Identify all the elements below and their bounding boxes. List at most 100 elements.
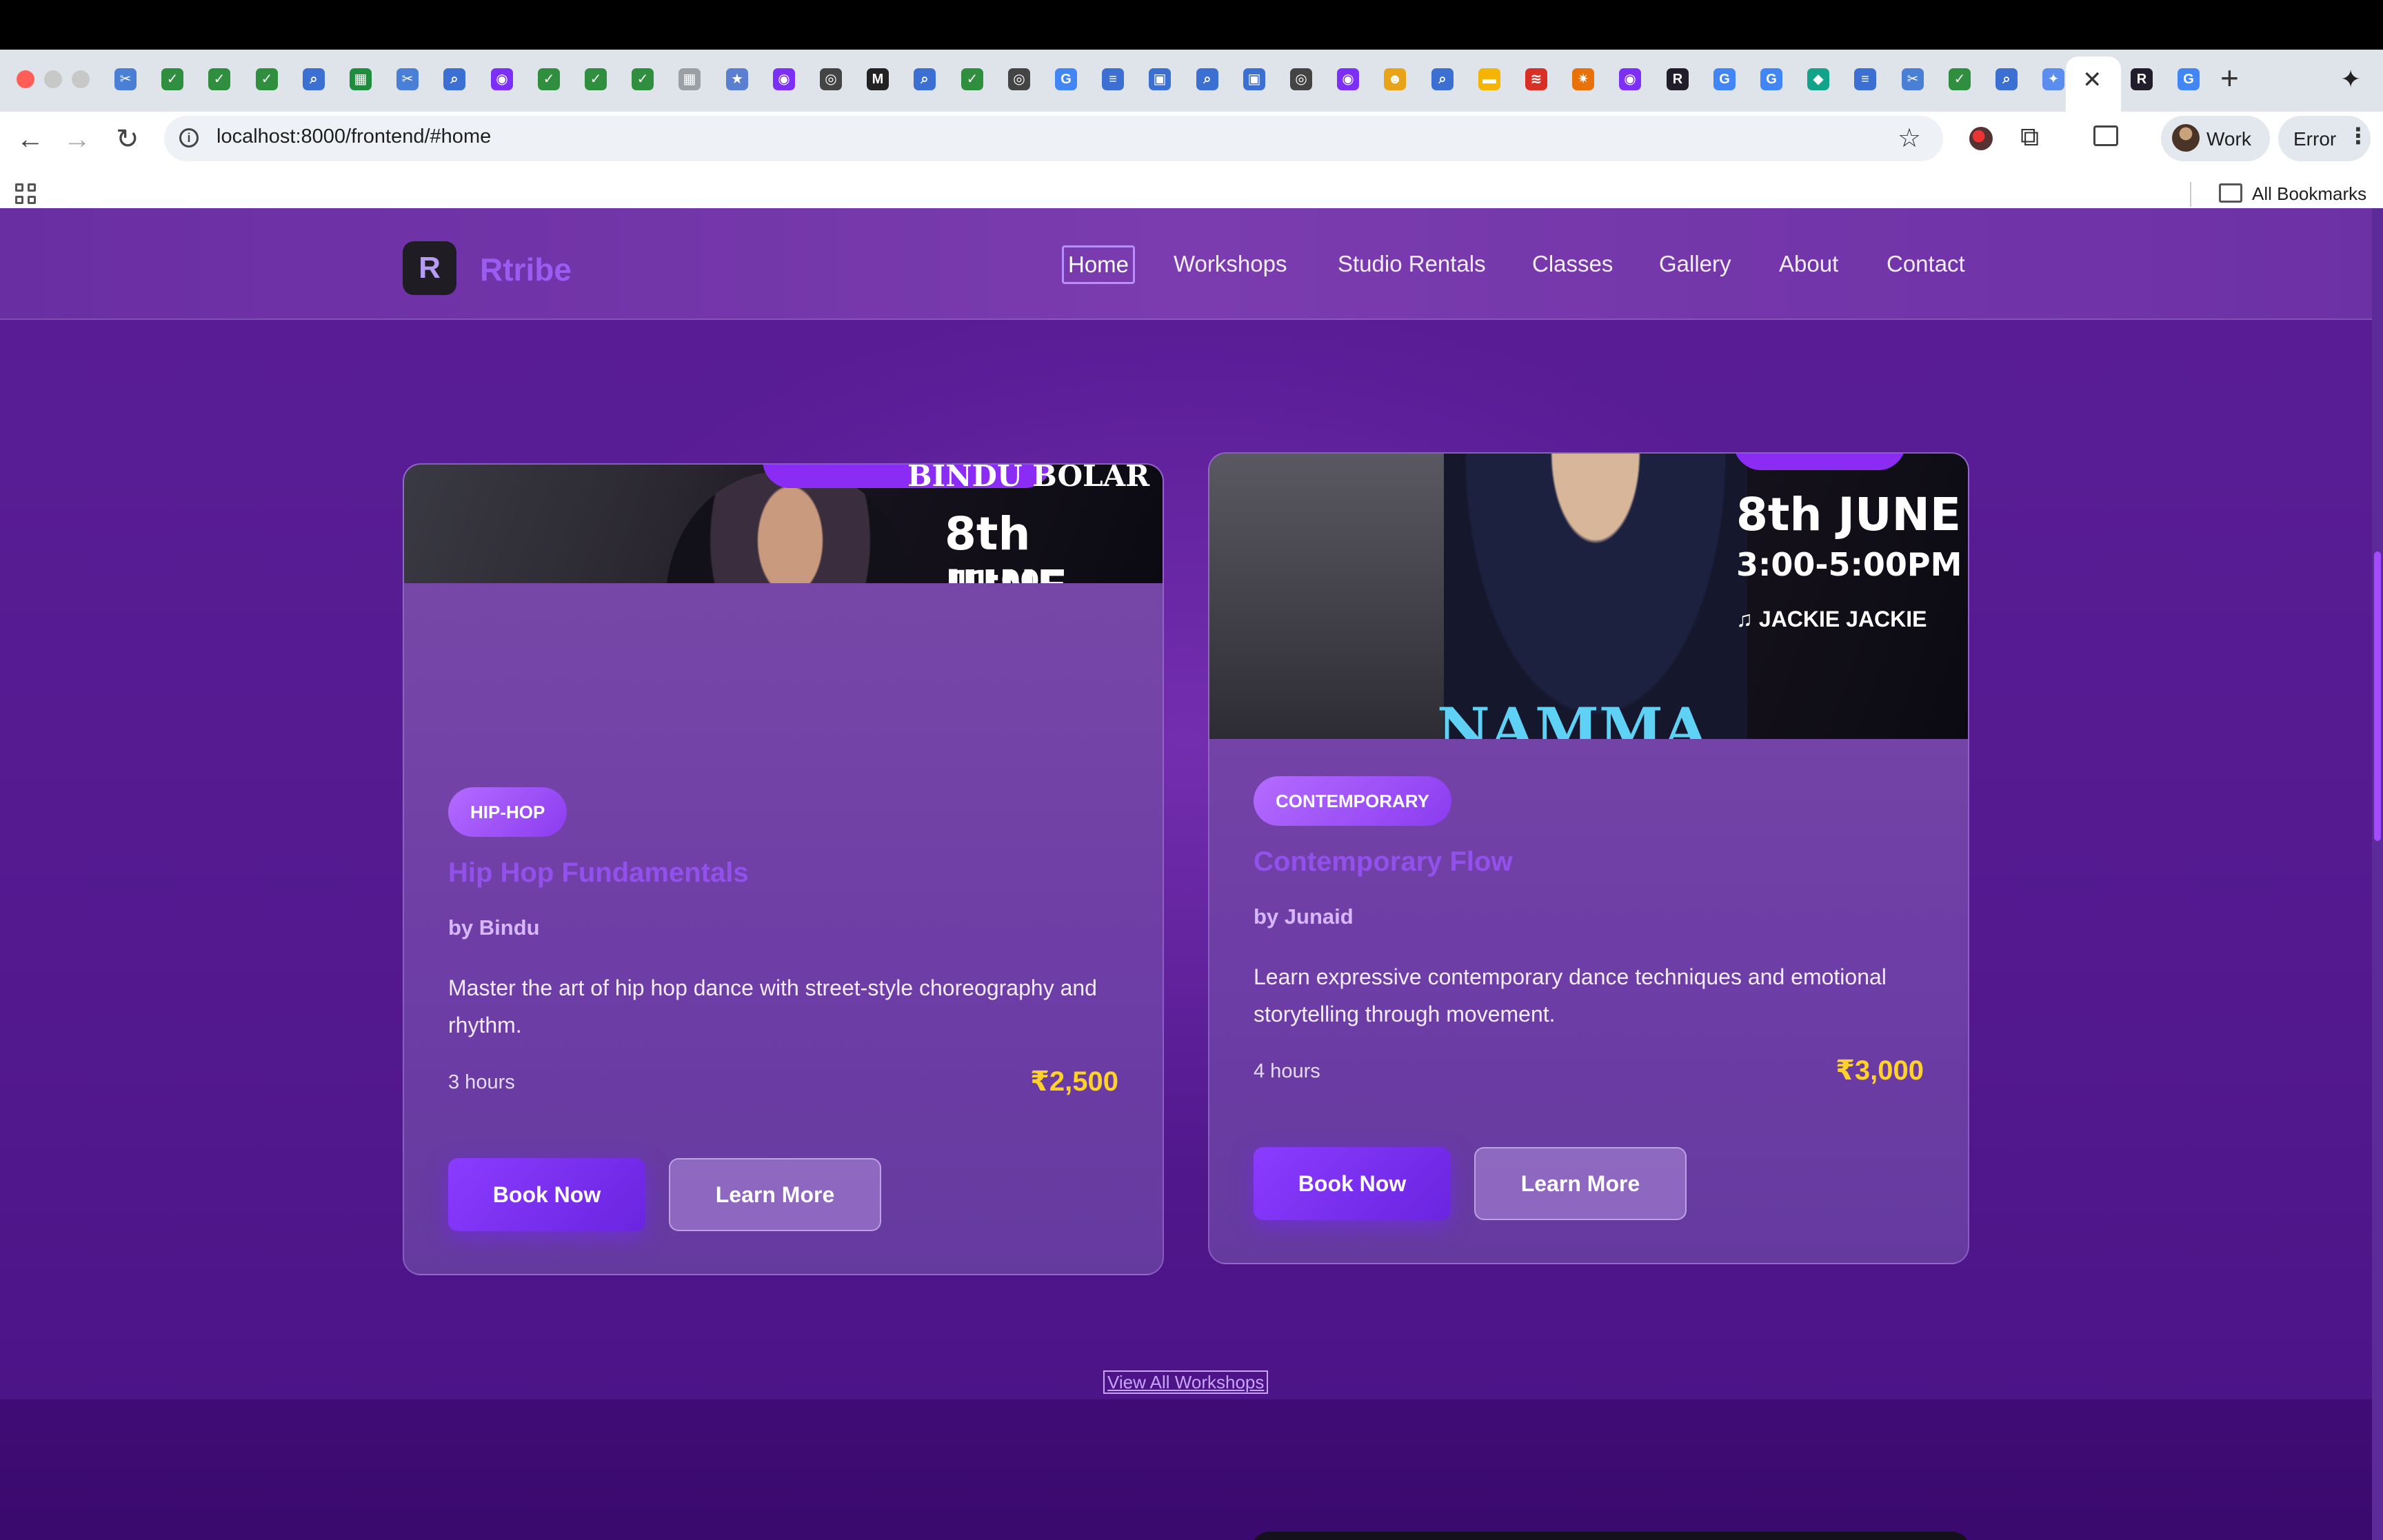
grid-icon[interactable]: ▦: [678, 68, 701, 90]
maximize-window-button[interactable]: [72, 70, 90, 88]
chrome-icon[interactable]: ◎: [820, 68, 842, 90]
nav-classes[interactable]: Classes: [1532, 251, 1613, 277]
avatar: [2172, 124, 2200, 152]
close-window-button[interactable]: [17, 70, 34, 88]
bookmark-star-icon[interactable]: ☆: [1898, 123, 1921, 154]
workshop-author: by Bindu: [448, 915, 540, 940]
workshop-description: Learn expressive contemporary dance tech…: [1254, 964, 1887, 1026]
close-tab-icon[interactable]: ✕: [2082, 66, 2102, 94]
target-icon[interactable]: ◉: [1337, 68, 1359, 90]
apps-grid-icon[interactable]: [15, 183, 37, 205]
brand-name[interactable]: Rtribe: [480, 251, 572, 288]
workshop-banner-image[interactable]: BINDU BOLAR 8th JUNE 11:00-1:00PM: [404, 465, 1163, 583]
search-icon[interactable]: ⌕: [1431, 68, 1454, 90]
docs-icon[interactable]: ≡: [1102, 68, 1124, 90]
gemini-icon[interactable]: ✦: [2042, 68, 2064, 90]
nav-studio-rentals[interactable]: Studio Rentals: [1338, 251, 1486, 277]
google-icon[interactable]: G: [1055, 68, 1077, 90]
check-icon[interactable]: ✓: [1949, 68, 1971, 90]
check-icon[interactable]: ✓: [161, 68, 183, 90]
url-text[interactable]: localhost:8000/frontend/#home: [217, 125, 491, 148]
m-icon[interactable]: M: [867, 68, 889, 90]
chrome-icon[interactable]: ◎: [1290, 68, 1312, 90]
check-icon[interactable]: ✓: [256, 68, 278, 90]
workshop-card-hip-hop: BINDU BOLAR 8th JUNE 11:00-1:00PM HIP-HO…: [403, 463, 1164, 1275]
google-icon[interactable]: G: [2178, 68, 2200, 90]
book-now-button[interactable]: Book Now: [1254, 1147, 1451, 1220]
nav-home[interactable]: Home: [1062, 245, 1136, 284]
nav-about[interactable]: About: [1779, 251, 1838, 277]
target-icon[interactable]: ◉: [1619, 68, 1641, 90]
search-icon[interactable]: ⌕: [1995, 68, 2018, 90]
banner-time: 3:00-5:00PM: [1736, 546, 1962, 583]
search-icon[interactable]: ⌕: [914, 68, 936, 90]
scissors-icon[interactable]: ✂: [114, 68, 137, 90]
workshop-card-contemporary: 8th JUNE 3:00-5:00PM ♫ JACKIE JACKIE NAM…: [1208, 452, 1969, 1264]
extensions-puzzle-icon[interactable]: ⧉: [2020, 123, 2039, 152]
google-icon[interactable]: G: [1760, 68, 1782, 90]
search-icon[interactable]: ⌕: [1196, 68, 1218, 90]
docs-icon[interactable]: ≡: [1854, 68, 1876, 90]
book-now-button[interactable]: Book Now: [448, 1158, 645, 1231]
new-tab-button[interactable]: +: [2220, 62, 2239, 94]
check-icon[interactable]: ✓: [538, 68, 560, 90]
banner-date: 8th JUNE: [1736, 488, 1961, 541]
star-icon[interactable]: ★: [726, 68, 748, 90]
slides-icon[interactable]: ▬: [1478, 68, 1500, 90]
check-icon[interactable]: ✓: [208, 68, 230, 90]
google-icon[interactable]: G: [1713, 68, 1736, 90]
next-section-card: [1252, 1532, 1969, 1540]
chrome-icon[interactable]: ◎: [1008, 68, 1030, 90]
emoji-icon[interactable]: ☻: [1384, 68, 1406, 90]
check-icon[interactable]: ✓: [961, 68, 983, 90]
target-icon[interactable]: ◉: [491, 68, 513, 90]
sparkle-icon[interactable]: ✷: [1572, 68, 1594, 90]
workshop-title[interactable]: Contemporary Flow: [1254, 847, 1513, 878]
workshop-duration: 4 hours: [1254, 1060, 1320, 1082]
search-icon[interactable]: ⌕: [443, 68, 465, 90]
search-icon[interactable]: ⌕: [303, 68, 325, 90]
check-icon[interactable]: ✓: [585, 68, 607, 90]
calendar-icon[interactable]: ▣: [1149, 68, 1171, 90]
menu-dots-icon[interactable]: ⋮: [2347, 123, 2369, 149]
category-badge: HIP-HOP: [448, 787, 567, 837]
scissors-icon[interactable]: ✂: [1902, 68, 1924, 90]
folder-icon[interactable]: [2219, 183, 2242, 203]
page-scrollbar[interactable]: [2372, 208, 2383, 1540]
nav-gallery[interactable]: Gallery: [1659, 251, 1731, 277]
web-page: R Rtribe Home Workshops Studio Rentals C…: [0, 208, 2372, 1540]
site-info-icon[interactable]: i: [179, 128, 199, 148]
sheet-icon[interactable]: ▦: [350, 68, 372, 90]
rtribe-icon[interactable]: R: [2131, 68, 2153, 90]
banner-artist-name: BINDU BOLAR: [907, 465, 1150, 493]
rtribe-icon[interactable]: R: [1667, 68, 1689, 90]
diamond-icon[interactable]: ◆: [1807, 68, 1829, 90]
workshop-title[interactable]: Hip Hop Fundamentals: [448, 858, 749, 889]
learn-more-button[interactable]: Learn More: [669, 1158, 881, 1231]
extension-icon[interactable]: [1969, 127, 1993, 150]
bookmarks-divider: [2190, 182, 2191, 207]
target-icon[interactable]: ◉: [773, 68, 795, 90]
nav-workshops[interactable]: Workshops: [1174, 251, 1287, 277]
reload-icon[interactable]: ↻: [116, 125, 139, 153]
logo-icon[interactable]: R: [403, 241, 456, 295]
nav-contact[interactable]: Contact: [1887, 251, 1965, 277]
banner-brush-stroke: [1733, 454, 1906, 470]
scrollbar-thumb[interactable]: [2374, 551, 2381, 841]
all-bookmarks-link[interactable]: All Bookmarks: [2252, 183, 2366, 205]
stripe-icon[interactable]: ≋: [1525, 68, 1547, 90]
forward-icon[interactable]: →: [63, 125, 91, 153]
workshop-duration: 3 hours: [448, 1071, 515, 1093]
minimize-window-button[interactable]: [44, 70, 62, 88]
tab-search-icon[interactable]: [2093, 125, 2118, 146]
view-all-workshops-link[interactable]: View All Workshops: [1103, 1370, 1269, 1394]
gemini-icon[interactable]: ✦: [2340, 65, 2361, 94]
scissors-icon[interactable]: ✂: [396, 68, 419, 90]
calendar-icon[interactable]: ▣: [1243, 68, 1265, 90]
banner-left-panel: [1209, 454, 1471, 739]
workshop-banner-image[interactable]: 8th JUNE 3:00-5:00PM ♫ JACKIE JACKIE NAM…: [1209, 454, 1968, 739]
banner-song: ♫ JACKIE JACKIE: [1736, 607, 1927, 631]
back-icon[interactable]: ←: [17, 125, 44, 153]
learn-more-button[interactable]: Learn More: [1474, 1147, 1687, 1220]
check-icon[interactable]: ✓: [632, 68, 654, 90]
